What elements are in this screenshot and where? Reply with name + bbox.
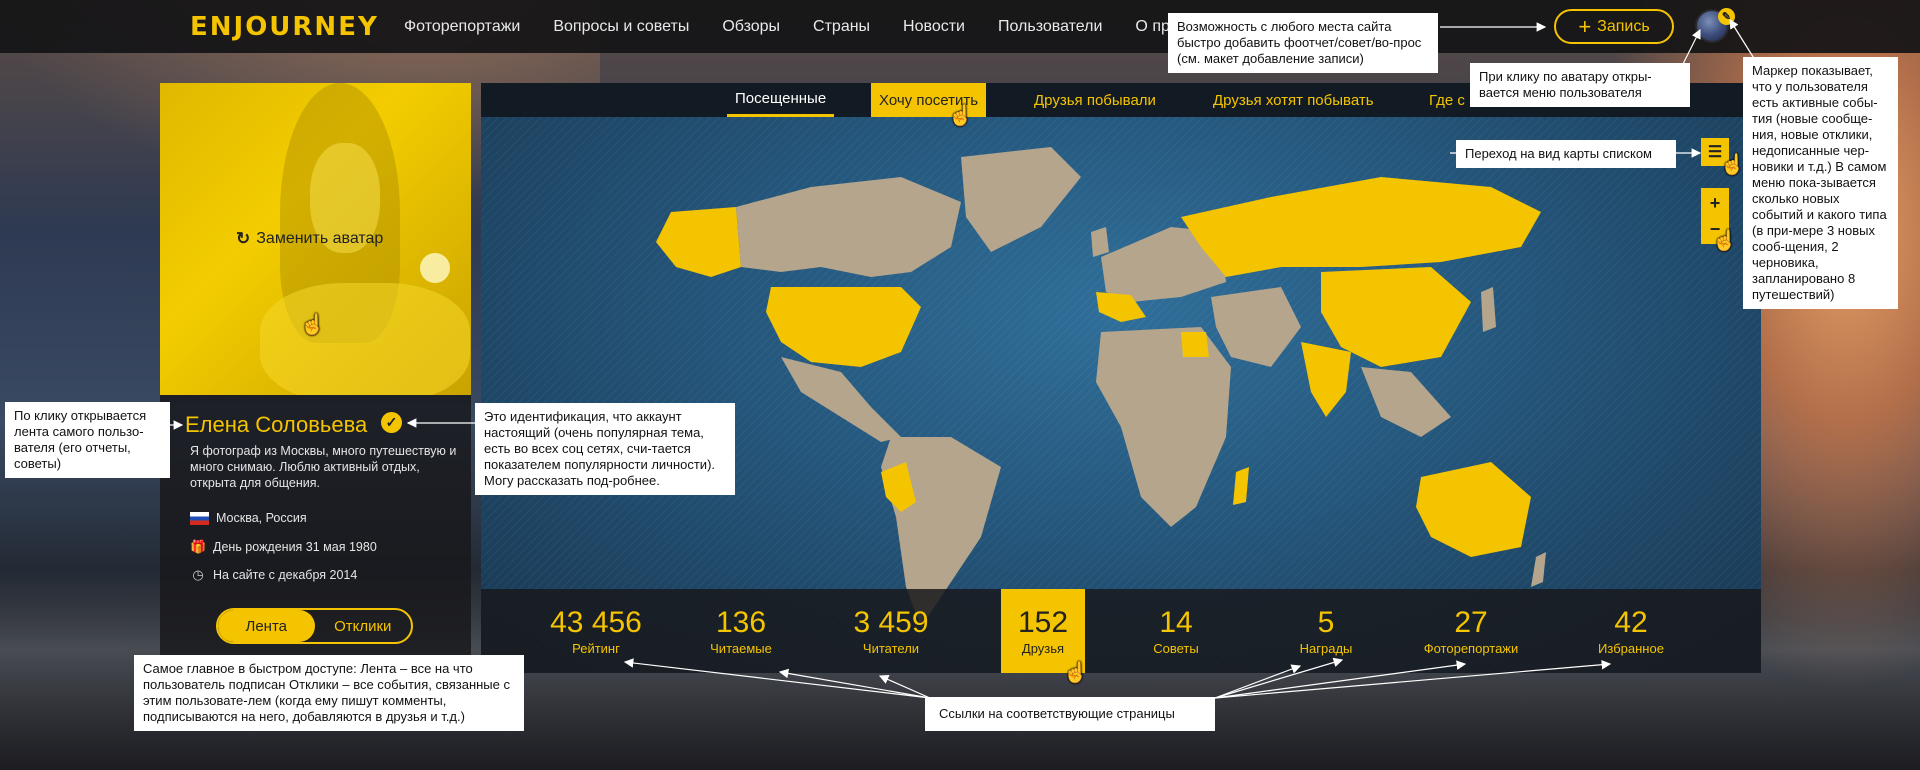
- note-marker: Маркер показывает, что у пользователя ес…: [1743, 57, 1898, 309]
- note-avatar-menu: При клику по аватару откры-вается меню п…: [1470, 63, 1690, 107]
- note-add-anywhere: Возможность с любого места сайта быстро …: [1168, 13, 1438, 73]
- note-feed-click: По клику открывается лента самого пользо…: [5, 402, 170, 478]
- note-quick-access: Самое главное в быстром доступе: Лента –…: [134, 655, 524, 731]
- note-list-view: Переход на вид карты списком: [1456, 140, 1676, 168]
- note-links: Ссылки на соответствующие страницы: [925, 697, 1215, 731]
- note-verified: Это идентификация, что аккаунт настоящий…: [475, 403, 735, 495]
